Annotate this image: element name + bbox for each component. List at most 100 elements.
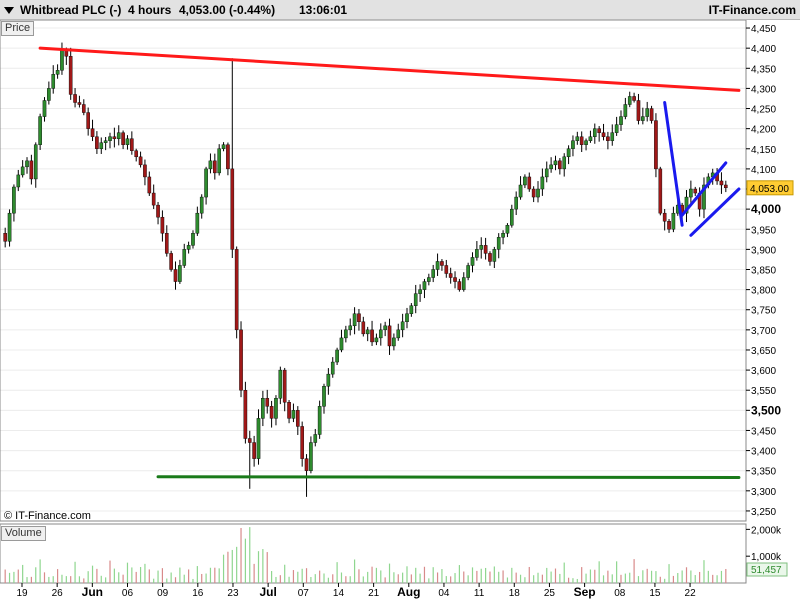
volume-axis: 2,000k 1,000k 51,457 <box>746 525 788 577</box>
candle-body <box>540 176 545 190</box>
y-tick-label: 3,250 <box>751 507 776 518</box>
candle-body <box>536 188 540 198</box>
candle-body <box>418 289 422 294</box>
trendline-resistance[interactable] <box>38 46 741 92</box>
candle-body <box>453 277 457 282</box>
candle-body <box>518 184 523 198</box>
y-tick-label: 3,400 <box>751 447 776 458</box>
y-tick-label: 4,250 <box>751 105 776 116</box>
y-tick-label: 3,350 <box>751 467 776 478</box>
y-tick-label: 3,900 <box>751 245 776 256</box>
candle-body <box>444 265 449 274</box>
candle-body <box>693 188 698 194</box>
y-tick-label: 4,300 <box>751 84 776 95</box>
candle-body <box>164 233 169 254</box>
candle-body <box>309 442 313 471</box>
y-tick-label: 3,800 <box>751 286 776 297</box>
copyright-text: © IT-Finance.com <box>4 510 91 522</box>
candle-body <box>217 148 221 174</box>
candle-body <box>38 116 42 145</box>
candle-body <box>413 293 418 306</box>
candle-body <box>457 281 462 290</box>
candle-body <box>357 313 361 323</box>
candle-body <box>186 245 191 250</box>
candle-body <box>20 166 25 176</box>
x-tick-label: 21 <box>368 588 380 599</box>
candle-body <box>182 249 187 266</box>
x-tick-label: 11 <box>474 588 485 599</box>
candle-body <box>195 212 200 234</box>
candle-body <box>125 138 130 145</box>
candle-body <box>3 233 7 242</box>
candle-body <box>47 88 51 101</box>
candle-body <box>409 305 414 314</box>
y-tick-label: 4,400 <box>751 44 776 55</box>
candle-body <box>365 329 370 335</box>
y-tick-label: 4,450 <box>751 24 776 35</box>
timeframe-label[interactable]: 4 hours <box>128 3 171 17</box>
candle-body <box>479 245 484 250</box>
candle-body <box>42 100 47 117</box>
x-tick-label: 26 <box>52 588 64 599</box>
candle-body <box>461 277 466 290</box>
candle-body <box>544 168 549 178</box>
candle-body <box>199 196 204 214</box>
dropdown-arrow-icon[interactable] <box>3 4 15 16</box>
candle-body <box>610 132 615 141</box>
candle-body <box>73 94 77 103</box>
candle-body <box>636 100 641 121</box>
y-tick-label: 4,200 <box>751 125 776 136</box>
candle-body <box>143 164 147 178</box>
candle-body <box>121 132 125 145</box>
candle-body <box>213 160 217 174</box>
candle-body <box>151 192 156 206</box>
candle-body <box>597 128 601 133</box>
candle-body <box>400 321 405 331</box>
candle-body <box>662 212 667 222</box>
candle-body <box>156 204 160 218</box>
clock-label: 13:06:01 <box>299 3 348 17</box>
candle-body <box>592 128 597 137</box>
y-tick-label: 3,450 <box>751 426 776 437</box>
candle-body <box>588 136 593 141</box>
candle-body <box>378 329 383 339</box>
brand-label: IT-Finance.com <box>708 3 796 17</box>
candle-body <box>29 160 34 180</box>
time-axis[interactable]: 19 26 Jun 06 09 16 23 Jul 07 14 21 Aug 04 11 18 25 Sep 08… <box>16 583 696 599</box>
candle-body <box>247 438 252 443</box>
candle-body <box>204 168 208 198</box>
candle-body <box>575 136 580 141</box>
x-tick-label: Aug <box>397 585 420 599</box>
x-tick-label: 19 <box>16 588 28 599</box>
y-tick-label: 4,350 <box>751 64 776 75</box>
candle-body <box>584 140 588 145</box>
candle-body <box>483 245 488 254</box>
candle-body <box>261 398 265 419</box>
candle-body <box>169 253 173 270</box>
candle-body <box>431 269 435 278</box>
candle-body <box>361 321 366 335</box>
trendlines[interactable] <box>38 46 741 480</box>
trendline-support[interactable] <box>156 475 741 480</box>
candle-body <box>68 56 73 95</box>
instrument-title[interactable]: Whitbread PLC (-) <box>20 3 121 17</box>
candle-body <box>348 325 353 331</box>
candle-body <box>313 434 318 443</box>
candle-body <box>523 176 527 186</box>
price-change-label: 4,053.00 (-0.44%) <box>179 3 276 17</box>
candle-body <box>501 233 505 238</box>
candle-body <box>374 337 379 343</box>
candle-body <box>566 148 571 158</box>
x-tick-label: 04 <box>438 588 450 599</box>
x-tick-label: Sep <box>574 585 596 599</box>
candle-body <box>514 196 518 210</box>
x-tick-label: 23 <box>227 588 239 599</box>
volume-tick-label: 2,000k <box>751 525 782 536</box>
candle-body <box>606 136 610 141</box>
candle-body <box>112 136 117 139</box>
candle-body <box>296 410 300 427</box>
candle-body <box>326 373 331 387</box>
candle-body <box>330 361 335 375</box>
chart-canvas[interactable]: 3,250 3,300 3,350 3,400 3,450 3,500 3,550 3,600… <box>0 0 800 600</box>
price-axis[interactable]: 3,250 3,300 3,350 3,400 3,450 3,500 3,550 3,600… <box>746 24 781 518</box>
